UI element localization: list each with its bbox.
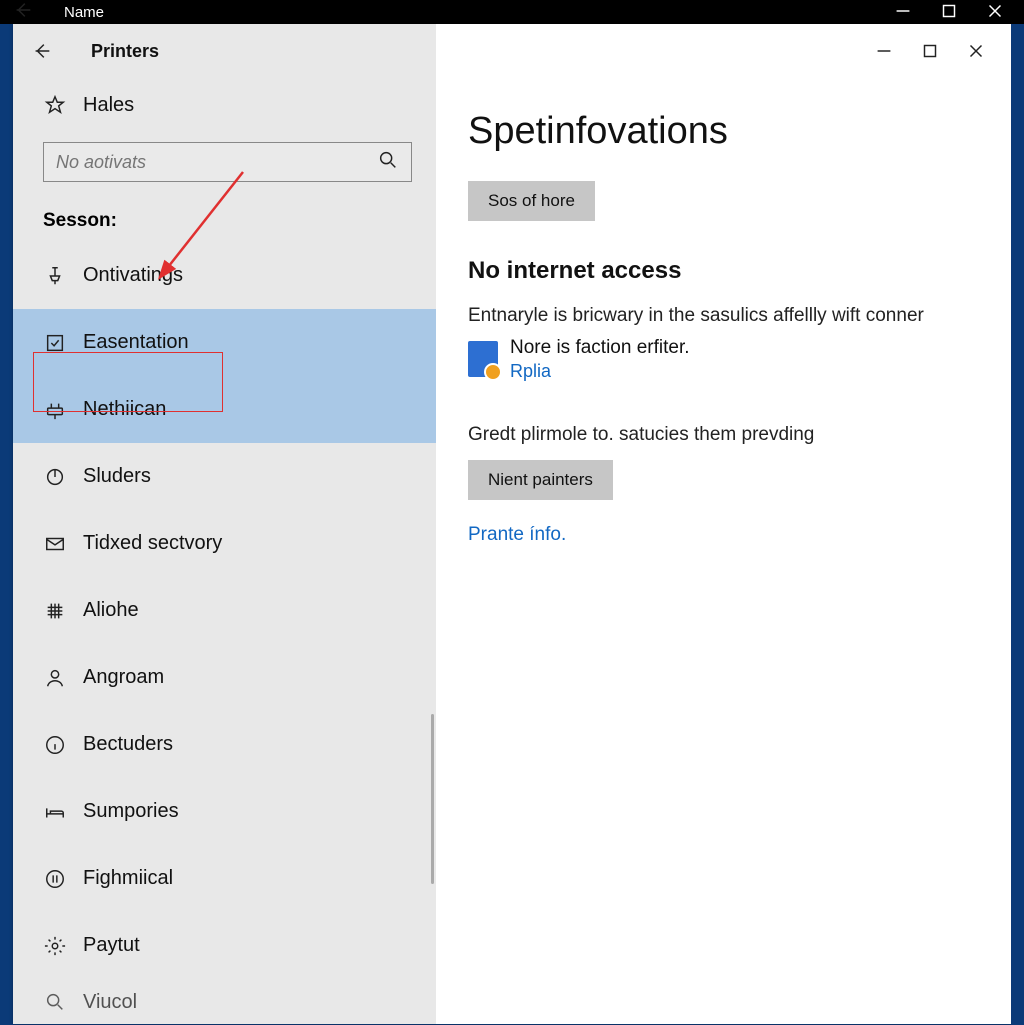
search-icon[interactable] [377,149,399,176]
nav-label: Sluders [83,465,151,488]
search-input[interactable] [56,152,377,173]
home-label: Hales [83,94,134,117]
settings-window: Printers Hales Sesson: Ontivatings [13,24,1011,1024]
mail-icon [43,532,67,556]
maximize-icon [919,40,941,62]
device-line1: Nore is faction erfiter. [510,337,690,359]
sidebar: Printers Hales Sesson: Ontivatings [13,24,436,1024]
arrow-left-icon [12,0,34,21]
info-icon [43,733,67,757]
router-icon [43,398,67,422]
outer-close-button[interactable] [972,0,1018,25]
scrollbar[interactable] [431,714,434,884]
back-button[interactable] [21,30,63,72]
nav-item-sluders[interactable]: Sluders [13,443,436,510]
maximize-icon [938,0,960,22]
outer-window-title: Name [64,4,104,21]
pause-circle-icon [43,867,67,891]
device-icon [468,341,498,377]
nav-label: Fighmiical [83,867,173,890]
minimize-icon [892,0,914,22]
person-icon [43,666,67,690]
sos-button[interactable]: Sos of hore [468,181,595,221]
section-label: Sesson: [13,186,436,242]
nav-label: Easentation [83,331,189,354]
pin-icon [43,264,67,288]
close-icon [984,0,1006,22]
nav-item-viucol[interactable]: Viucol [13,979,436,1025]
nav-item-angroam[interactable]: Angroam [13,644,436,711]
window-controls [468,24,999,78]
page-title: Spetinfovations [468,110,979,153]
status-description: Entnaryle is bricwary in the sasulics af… [468,305,979,327]
arrow-left-icon [31,40,53,62]
close-icon [965,40,987,62]
power-icon [43,465,67,489]
home-row[interactable]: Hales [13,78,436,132]
nav-item-bectuders[interactable]: Bectuders [13,711,436,778]
nient-painters-button[interactable]: Nient painters [468,460,613,500]
nav-label: Aliohe [83,599,139,622]
device-row: Nore is faction erfiter. Rplia [468,337,979,382]
nav-item-nethiican[interactable]: Nethiican [13,376,436,443]
minimize-button[interactable] [861,31,907,71]
search-box[interactable] [43,142,412,182]
maximize-button[interactable] [907,31,953,71]
nav-label: Bectuders [83,733,173,756]
nav-label: Viucol [83,991,137,1014]
outer-maximize-button[interactable] [926,0,972,25]
nav-label: Angroam [83,666,164,689]
close-button[interactable] [953,31,999,71]
grid-icon [43,599,67,623]
checkbox-icon [43,331,67,355]
desktop-edge [1011,24,1024,1024]
nav-item-fighmiical[interactable]: Fighmiical [13,845,436,912]
main-content: Spetinfovations Sos of hore No internet … [436,24,1011,1024]
nav-item-easentation[interactable]: Easentation [13,309,436,376]
status-heading: No internet access [468,257,979,285]
nav-label: Sumpories [83,800,179,823]
nav-item-ontivatings[interactable]: Ontivatings [13,242,436,309]
bed-icon [43,800,67,824]
nav-item-paytut[interactable]: Paytut [13,912,436,979]
nav-list: Ontivatings Easentation Nethiican Sluder… [13,242,436,1025]
nav-label: Nethiican [83,398,166,421]
prante-info-link[interactable]: Prante ínfo. [468,524,566,546]
minimize-icon [873,40,895,62]
sidebar-header: Printers [13,24,436,78]
nav-item-aliohe[interactable]: Aliohe [13,577,436,644]
outer-titlebar: Name [0,0,1024,24]
outer-back-button[interactable] [6,0,40,26]
nav-label: Tidxed sectvory [83,532,222,555]
nav-item-tidxed[interactable]: Tidxed sectvory [13,510,436,577]
gear-icon [43,934,67,958]
device-link[interactable]: Rplia [510,361,690,382]
home-star-icon [43,93,67,117]
nav-label: Paytut [83,934,140,957]
body-line-2: Gredt plirmole to. satucies them prevdin… [468,424,979,446]
nav-label: Ontivatings [83,264,183,287]
search-small-icon [43,990,67,1014]
sidebar-title: Printers [91,41,159,62]
outer-minimize-button[interactable] [880,0,926,25]
nav-item-sumpories[interactable]: Sumpories [13,778,436,845]
